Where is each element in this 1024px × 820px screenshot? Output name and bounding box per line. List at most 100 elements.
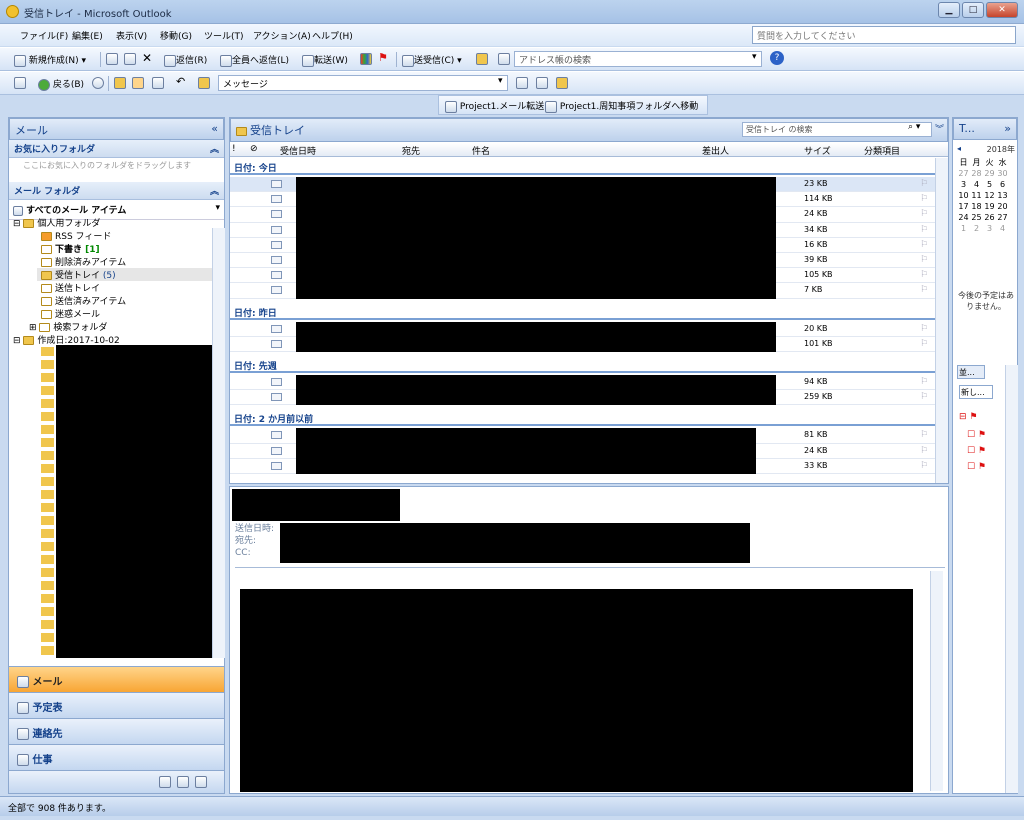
favorites-header[interactable]: お気に入りフォルダ ︽ [9,140,224,158]
undo-icon[interactable]: ↶ [176,75,185,88]
chevron-down-icon[interactable]: ▾ [498,76,503,86]
menu-edit[interactable]: 編集(E) [72,29,103,42]
flag-icon[interactable]: ⚑ [378,51,388,64]
nav-button-calendar[interactable]: 予定表 [9,692,224,718]
inbox-search-input[interactable]: 受信トレイ の検索 [742,122,932,137]
task-item[interactable]: ☐ ⚑ [967,446,986,456]
move-icon[interactable] [124,53,136,65]
follow-up-flag-icon[interactable]: ⚐ [920,324,928,334]
message-list-scrollbar[interactable] [935,158,948,483]
follow-up-flag-icon[interactable]: ⚐ [920,194,928,204]
tree-drafts[interactable]: 下書き [1] [41,242,100,255]
column-from[interactable]: 差出人 [702,144,729,157]
reply-all-button[interactable]: 全員へ返信(L) [220,53,289,67]
follow-up-flag-icon[interactable]: ⚐ [920,285,928,295]
group-header[interactable]: 日付: 昨日 [230,303,935,320]
column-to[interactable]: 宛先 [402,144,420,157]
tree-archive[interactable]: ⊟ 作成日:2017-10-02 [13,333,120,346]
calendar-grid[interactable]: 日月火水 27 28 29 30 3456 10 11 12 13 17 18 19 20 24 2… [957,157,1009,234]
close-button[interactable]: ✕ [986,2,1018,18]
outlook-today-icon[interactable] [14,77,26,89]
tree-inbox[interactable]: 受信トレイ (5) [37,268,212,281]
reply-button[interactable]: 返信(R) [164,53,207,67]
mail-folders-header[interactable]: メール フォルダ ︽ [9,182,224,200]
column-category[interactable]: 分類項目 [864,144,900,157]
print-icon[interactable] [106,53,118,65]
follow-up-flag-icon[interactable]: ⚐ [920,461,928,471]
tree-deleted[interactable]: 削除済みアイテム [41,255,126,268]
toolbar-icon-3[interactable] [556,77,568,89]
reading-pane-scrollbar[interactable] [930,571,943,791]
follow-up-flag-icon[interactable]: ⚐ [920,179,928,189]
shortcuts-icon[interactable] [195,776,207,788]
help-icon[interactable]: ? [770,51,784,65]
tree-outbox[interactable]: 送信トレイ [41,281,100,294]
menu-actions[interactable]: アクション(A) [253,29,311,42]
tree-rss[interactable]: RSS フィード [41,229,111,242]
search-icon[interactable]: ⌕ ▾ [908,122,920,132]
menu-tools[interactable]: ツール(T) [204,29,244,42]
forward-button[interactable]: 転送(W) [302,53,348,67]
address-book-search-input[interactable]: アドレス帳の検索 [514,51,762,67]
expand-icon[interactable]: » [1004,122,1011,135]
send-receive-button[interactable]: 送受信(C) ▾ [402,53,462,67]
attachment-col-icon[interactable]: ⊘ [250,144,258,154]
follow-up-flag-icon[interactable]: ⚐ [920,339,928,349]
follow-up-flag-icon[interactable]: ⚐ [920,392,928,402]
back-button[interactable]: 戻る(B) [38,77,84,91]
importance-col-icon[interactable]: ! [232,144,236,154]
column-received[interactable]: 受信日時 [280,144,316,157]
forward-nav-icon[interactable] [92,77,104,89]
column-size[interactable]: サイズ [804,144,831,157]
task-sort-button[interactable]: 並... [957,365,985,379]
task-item[interactable]: ☐ ⚑ [967,462,986,472]
delete-icon[interactable]: ✕ [142,51,152,65]
tree-junk[interactable]: 迷惑メール [41,307,100,320]
find-folder-icon[interactable] [476,53,488,65]
nav-button-tasks[interactable]: 仕事 [9,744,224,770]
task-item[interactable]: ☐ ⚑ [967,430,986,440]
follow-up-flag-icon[interactable]: ⚐ [920,430,928,440]
follow-up-flag-icon[interactable]: ⚐ [920,377,928,387]
group-header[interactable]: 日付: 先週 [230,356,935,373]
address-combo[interactable]: メッセージ [218,75,508,91]
maximize-button[interactable]: □ [962,2,984,18]
tree-sent[interactable]: 送信済みアイテム [41,294,126,307]
task-scrollbar[interactable] [1005,365,1018,793]
toolbar-icon-1[interactable] [516,77,528,89]
column-subject[interactable]: 件名 [472,144,490,157]
folder-list-icon[interactable] [177,776,189,788]
address-book-icon[interactable] [498,53,510,65]
new-task-input[interactable]: 新し... [959,385,993,399]
folder-list-icon[interactable] [132,77,144,89]
categorize-icon[interactable] [360,53,372,65]
follow-up-flag-icon[interactable]: ⚐ [920,225,928,235]
follow-up-flag-icon[interactable]: ⚐ [920,209,928,219]
new-button[interactable]: 新規作成(N) ▾ [14,53,86,67]
follow-up-flag-icon[interactable]: ⚐ [920,446,928,456]
follow-up-flag-icon[interactable]: ⚐ [920,255,928,265]
group-header[interactable]: 日付: 2 か月前以前 [230,409,935,427]
follow-up-flag-icon[interactable]: ⚐ [920,240,928,250]
chevron-down-icon[interactable]: ▾ [752,52,757,62]
group-header[interactable]: 日付: 今日 [230,158,935,175]
folder-tree-scrollbar[interactable] [212,228,225,658]
notes-icon[interactable] [159,776,171,788]
menu-view[interactable]: 表示(V) [116,29,147,42]
collapse-icon[interactable]: « [211,122,218,135]
preview-icon[interactable] [152,77,164,89]
macro-move-button[interactable]: Project1.周知事項フォルダへ移動 [545,99,698,113]
expand-search-icon[interactable]: ︾ [935,122,944,135]
menu-go[interactable]: 移動(G) [160,29,192,42]
follow-up-flag-icon[interactable]: ⚐ [920,270,928,280]
minimize-button[interactable]: ▁ [938,2,960,18]
tree-search-folders[interactable]: ⊞ 検索フォルダ [29,320,107,333]
toolbar-icon-2[interactable] [536,77,548,89]
menu-file[interactable]: ファイル(F) [20,29,68,42]
menu-help[interactable]: ヘルプ(H) [312,29,353,42]
prev-month-icon[interactable]: ◂ [957,144,961,153]
nav-button-mail[interactable]: メール [9,666,224,692]
lock-icon[interactable] [198,77,210,89]
task-group-flag[interactable]: ⊟ ⚑ [959,412,977,422]
nav-button-contacts[interactable]: 連絡先 [9,718,224,744]
